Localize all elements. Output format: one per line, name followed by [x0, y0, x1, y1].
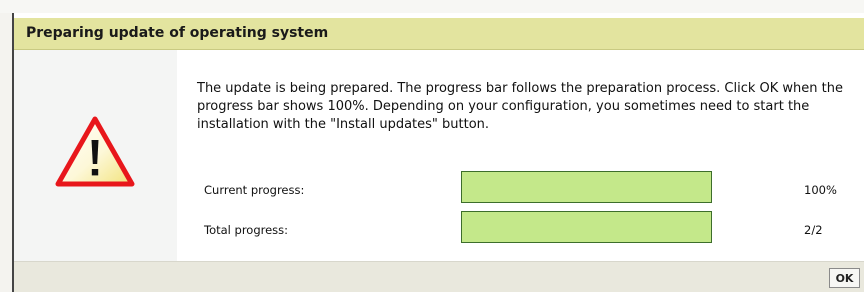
total-progress-value: 2/2 — [804, 223, 823, 237]
warning-icon — [55, 116, 135, 187]
dialog-footer: OK — [14, 261, 864, 292]
current-progress-fill — [462, 172, 711, 202]
dialog-content: The update is being prepared. The progre… — [177, 50, 864, 261]
dialog-titlebar[interactable]: Preparing update of operating system — [14, 18, 864, 50]
total-progress-label: Total progress: — [204, 223, 289, 237]
update-message: The update is being prepared. The progre… — [197, 81, 843, 132]
ok-button[interactable]: OK — [829, 268, 860, 288]
icon-pane — [14, 50, 177, 261]
total-progress-bar — [461, 211, 712, 243]
update-dialog: Preparing update of operating system The… — [12, 13, 864, 292]
total-progress-fill — [462, 212, 711, 242]
dialog-title: Preparing update of operating system — [26, 25, 329, 41]
current-progress-value: 100% — [804, 183, 837, 197]
current-progress-bar — [461, 171, 712, 203]
background-window-strip — [0, 0, 864, 13]
page: Preparing update of operating system The… — [0, 0, 864, 292]
current-progress-label: Current progress: — [204, 183, 305, 197]
